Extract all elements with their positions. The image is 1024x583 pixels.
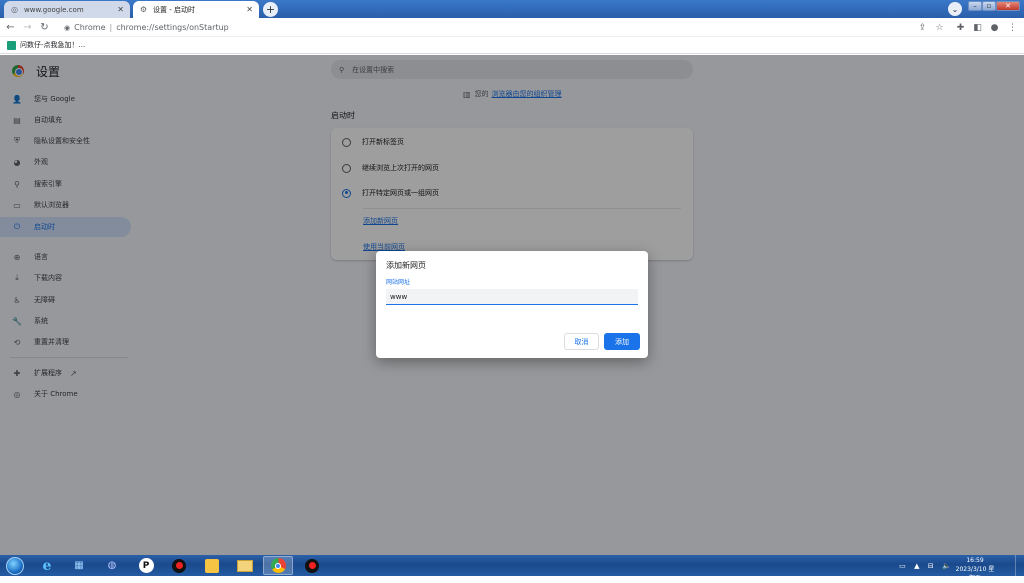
folder-icon[interactable]: ▦ (64, 556, 94, 575)
star-icon[interactable]: ☆ (933, 21, 946, 34)
windows-logo-icon (6, 556, 24, 575)
explorer-icon[interactable] (230, 556, 260, 575)
close-tab-icon[interactable]: ✕ (246, 5, 253, 14)
separator: | (109, 23, 113, 32)
p-app-icon[interactable]: P (131, 556, 161, 575)
profile-icon[interactable]: ● (988, 21, 1001, 34)
share-icon[interactable]: ⇪ (916, 21, 929, 34)
dialog-title: 添加新网页 (386, 261, 426, 270)
clock[interactable]: 16:59 2023/3/10 星期五 (955, 556, 995, 583)
tab-title: www.google.com (24, 5, 84, 14)
tray-arrow-icon[interactable]: ▲ (914, 562, 919, 570)
add-button[interactable]: 添加 (604, 333, 640, 350)
tab-search-button[interactable]: ⌄ (948, 2, 962, 16)
record-icon[interactable] (164, 556, 194, 575)
back-arrow-icon[interactable]: ← (4, 21, 17, 34)
cancel-button[interactable]: 取消 (564, 333, 599, 350)
extensions-icon[interactable]: ✚ (954, 21, 967, 34)
reload-icon[interactable]: ↻ (38, 21, 51, 34)
globe-icon: ◎ (11, 5, 18, 14)
bookmarks-bar: 问数仔-点我急加！... (0, 37, 1024, 54)
bookmark-item[interactable]: 问数仔-点我急加！... (20, 40, 85, 50)
title-bar: ◎ www.google.com ✕ ⚙ 设置 - 启动时 ✕ + ⌄ – ▫ … (0, 0, 1024, 18)
show-desktop-button[interactable] (1015, 555, 1024, 576)
clock-date: 2023/3/10 星期五 (955, 566, 995, 582)
volume-icon[interactable]: 🔈 (942, 562, 951, 570)
gear-icon: ⚙ (139, 5, 148, 14)
start-button[interactable] (2, 555, 28, 576)
tab-title: 设置 - 启动时 (153, 5, 195, 14)
minimize-button[interactable]: – (968, 1, 982, 11)
ie-icon[interactable]: e (32, 556, 62, 575)
sticky-icon[interactable] (197, 556, 227, 575)
tab-google[interactable]: ◎ www.google.com ✕ (4, 1, 130, 18)
tab-settings[interactable]: ⚙ 设置 - 启动时 ✕ (133, 1, 259, 18)
site-label: Chrome (74, 23, 106, 32)
new-tab-button[interactable]: + (263, 2, 278, 17)
close-tab-icon[interactable]: ✕ (117, 5, 124, 14)
maximize-button[interactable]: ▫ (982, 1, 996, 11)
bookmark-icon (7, 40, 16, 50)
url-field-label: 网站网址 (386, 279, 411, 286)
network-tray-icon[interactable]: ⊟ (928, 562, 934, 570)
network-icon[interactable]: ◍ (97, 556, 127, 575)
system-tray: ▭ ▲ ⊟ 🔈 (895, 555, 955, 576)
forward-arrow-icon[interactable]: → (21, 21, 34, 34)
keyboard-icon[interactable]: ▭ (899, 562, 906, 570)
close-window-button[interactable]: ✕ (996, 1, 1020, 11)
record-icon[interactable] (297, 556, 327, 575)
windows-taskbar: e ▦ ◍ P ▭ ▲ ⊟ 🔈 16:59 2023/3/10 星期五 (0, 555, 1024, 582)
url-text: chrome://settings/onStartup (116, 23, 229, 32)
clock-time: 16:59 (966, 557, 984, 564)
browser-toolbar: ← → ↻ ◉ Chrome | chrome://settings/onSta… (0, 18, 1024, 37)
url-input[interactable] (386, 289, 638, 305)
side-panel-icon[interactable]: ◧ (971, 21, 984, 34)
chrome-site-icon: ◉ (64, 23, 71, 32)
add-page-dialog: 添加新网页 网站网址 取消 添加 (376, 251, 648, 358)
chrome-icon[interactable] (263, 556, 293, 575)
address-bar[interactable]: ◉ Chrome | chrome://settings/onStartup (58, 20, 918, 35)
menu-icon[interactable]: ⋮ (1006, 21, 1019, 34)
